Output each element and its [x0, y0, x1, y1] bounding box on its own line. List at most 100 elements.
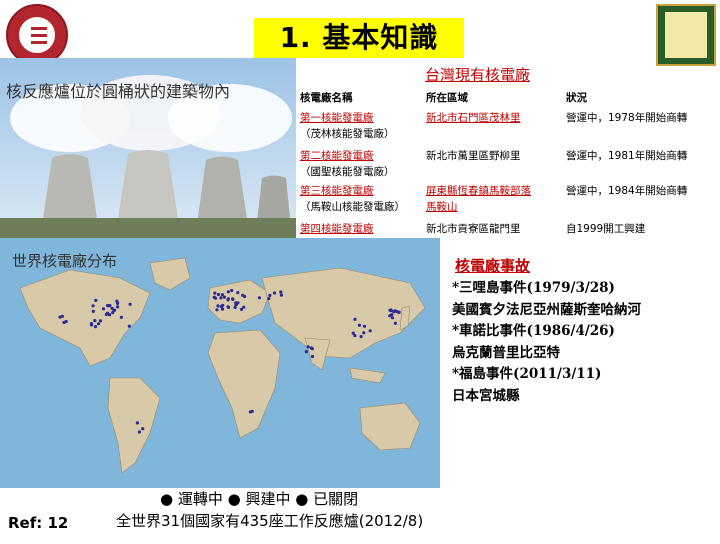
plant-dot [267, 297, 271, 301]
plant-dot [219, 305, 223, 309]
plant-dot [213, 291, 217, 295]
plant-status: 營運中，1981年開始商轉 [566, 150, 688, 162]
accident-location: 美國賓夕法尼亞州薩斯奎哈納河 [452, 301, 641, 318]
plant-dot [226, 290, 230, 294]
plant-dot [98, 319, 103, 323]
school-logo [6, 4, 68, 66]
plant-dot [91, 309, 95, 313]
plant-dot [353, 334, 357, 338]
plant-dot [112, 308, 117, 312]
plant-dot [128, 302, 132, 306]
plant-dot [362, 331, 366, 335]
reference-label: Ref: 12 [8, 514, 69, 532]
plant-dot [141, 427, 145, 431]
plant-name-link[interactable]: 第二核能發電廠 [300, 148, 374, 165]
plant-dot [394, 309, 399, 313]
accident-location: 烏克蘭普里比亞特 [452, 344, 560, 361]
plant-dot [279, 290, 283, 294]
photo-caption: 核反應爐位於圓桶狀的建築物內 [6, 82, 231, 101]
map-note: 全世界31個國家有435座工作反應爐(2012/8) [116, 512, 424, 530]
plant-location-link[interactable]: 馬鞍山 [426, 199, 458, 216]
plant-dot [390, 316, 394, 320]
accidents-list: *三哩島事件(1979/3/28) 美國賓夕法尼亞州薩斯奎哈納河 *車諾比事件(… [452, 278, 641, 407]
plant-name-link[interactable]: 第三核能發電廠 [300, 183, 374, 200]
plant-dot [242, 305, 246, 309]
table-title: 台灣現有核電廠 [425, 66, 531, 84]
accidents-title[interactable]: 核電廠事故 [455, 255, 530, 276]
plant-dot [58, 315, 62, 319]
header-name: 核電廠名稱 [300, 92, 353, 104]
plant-dot [393, 321, 397, 325]
badge-inner [665, 12, 707, 58]
plant-dot [310, 347, 314, 351]
plant-dot [230, 288, 234, 293]
accident-line: *三哩島事件(1979/3/28) [452, 280, 615, 296]
plant-dot [248, 410, 252, 414]
plant-dot [359, 335, 363, 339]
plant-dot [116, 301, 120, 305]
header-location: 所在區域 [426, 92, 468, 104]
plant-dot [135, 421, 139, 425]
logo-stripe [31, 27, 47, 30]
logo-inner-ring [17, 15, 57, 55]
plant-alt-name: （馬鞍山核能發電廠） [300, 201, 405, 213]
plant-dot [357, 323, 361, 327]
plant-dot [222, 295, 226, 299]
plant-dot [227, 305, 231, 309]
plant-dot [226, 297, 230, 301]
plant-dot [235, 302, 239, 306]
plant-dot [216, 292, 220, 297]
plant-dot [233, 305, 237, 309]
plant-dot [362, 324, 367, 328]
logo-stripe [31, 34, 47, 37]
plant-alt-name: （國聖核能發電廠） [300, 166, 395, 178]
plant-dot [310, 354, 315, 359]
plant-dot [64, 319, 68, 324]
plant-location-link[interactable]: 新北市石門區茂林里 [426, 110, 521, 127]
logo-stripe [31, 41, 47, 44]
accident-location: 日本宮城縣 [452, 387, 520, 404]
plant-dot [104, 312, 108, 316]
plant-name-link[interactable]: 第四核能發電廠 [300, 221, 374, 238]
plant-dot [119, 315, 123, 319]
plant-dot [392, 310, 396, 314]
plant-status: 自1999開工興建 [566, 223, 646, 235]
plant-dot [368, 329, 372, 333]
plant-dot [231, 297, 235, 301]
plant-dot [94, 298, 98, 302]
plant-location: 新北市貢寮區龍門里 [426, 223, 521, 235]
page-title: 1. 基本知識 [254, 18, 464, 58]
map-legend: ● 運轉中 ● 興建中 ● 已關閉 [160, 490, 359, 508]
plant-dot [116, 305, 120, 309]
badge-logo [656, 4, 716, 66]
header-status: 狀況 [566, 92, 587, 104]
accident-line: *車諾比事件(1986/4/26) [452, 323, 615, 339]
plant-name-link[interactable]: 第一核能發電廠 [300, 110, 374, 127]
plant-dot [91, 304, 95, 308]
plant-location: 新北市萬里區野柳里 [426, 150, 521, 162]
plant-dot [107, 304, 111, 308]
plant-dot [219, 296, 223, 300]
map-caption: 世界核電廠分布 [12, 252, 118, 270]
plant-dot [279, 293, 283, 297]
plant-dot [93, 319, 97, 323]
plant-status: 營運中，1984年開始商轉 [566, 185, 688, 197]
plant-location-link[interactable]: 屏東縣恆春鎮馬鞍部落 [426, 183, 531, 200]
plant-dot [306, 345, 310, 349]
plant-dot [89, 323, 94, 327]
plant-dot [304, 350, 308, 354]
plant-dot [272, 291, 277, 295]
plant-dot [212, 295, 216, 299]
plant-dot [216, 304, 220, 308]
plant-dot [96, 322, 101, 326]
plant-dot [101, 307, 106, 311]
plant-dot [390, 313, 394, 317]
plant-dot [257, 296, 261, 300]
plant-dot [268, 293, 272, 297]
plant-dot [215, 308, 219, 312]
plant-status: 營運中，1978年開始商轉 [566, 112, 688, 124]
plant-dot [127, 324, 131, 328]
plant-dot [93, 325, 98, 329]
plant-dot [241, 293, 245, 297]
plant-dot [389, 308, 393, 312]
